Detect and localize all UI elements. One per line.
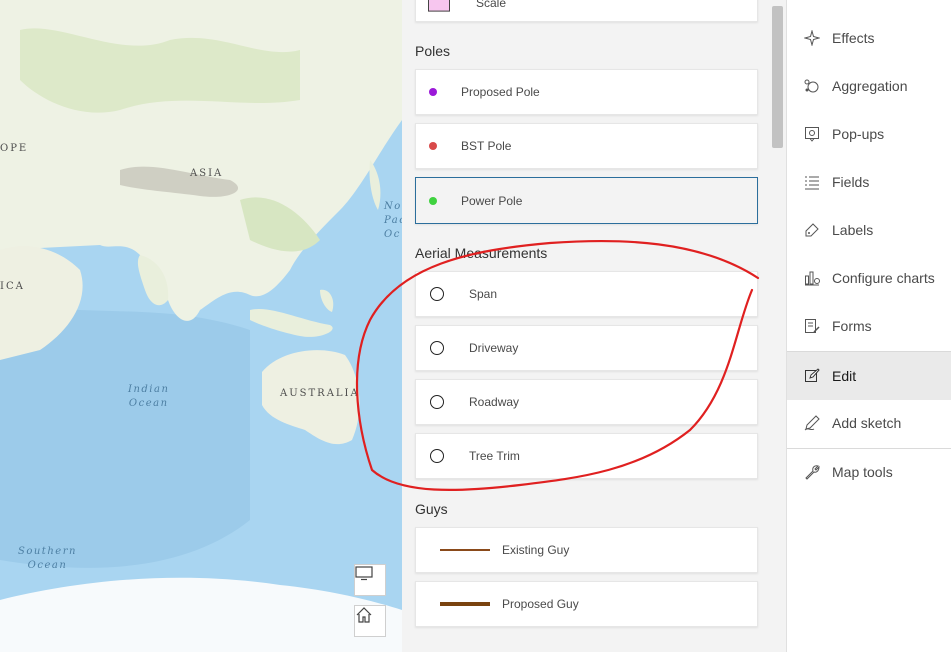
menu-item-effects[interactable]: Effects — [787, 14, 951, 62]
item-label: Power Pole — [461, 193, 523, 208]
section-title-aerial: Aerial Measurements — [415, 245, 548, 261]
scale-item[interactable]: Scale — [415, 0, 758, 22]
ocean-label-indian: Indian Ocean — [128, 384, 170, 409]
menu-item-configure-charts[interactable]: Configure charts — [787, 254, 951, 302]
home-icon — [356, 607, 372, 623]
legend-item-power-pole[interactable]: Power Pole — [415, 177, 758, 224]
legend-item-roadway[interactable]: Roadway — [415, 379, 758, 425]
line-symbol — [440, 549, 490, 551]
map-label-australia: AUSTRALIA — [280, 388, 360, 399]
fields-icon — [803, 173, 821, 191]
menu-label: Edit — [832, 368, 857, 384]
menu-label: Pop-ups — [832, 126, 885, 142]
ocean-label-southern: Southern Ocean — [18, 546, 77, 571]
map-view[interactable]: OPE ASIA ICA AUSTRALIA No Pac Oc Indian … — [0, 0, 402, 652]
menu-label: Aggregation — [832, 78, 908, 94]
menu-item-add-sketch[interactable]: Add sketch — [787, 399, 951, 447]
scrollbar-thumb[interactable] — [772, 6, 783, 148]
section-title-next — [415, 645, 445, 652]
point-symbol — [429, 142, 437, 150]
menu-item-edit[interactable]: Edit — [787, 352, 951, 400]
menu-item-fields[interactable]: Fields — [787, 158, 951, 206]
layer-settings-menu: Effects Aggregation Pop-ups Fields Label… — [786, 0, 951, 652]
menu-label: Map tools — [832, 464, 893, 480]
menu-item-labels[interactable]: Labels — [787, 206, 951, 254]
menu-item-popups[interactable]: Pop-ups — [787, 110, 951, 158]
item-label: Existing Guy — [502, 543, 570, 557]
item-label: Scale — [476, 0, 507, 11]
popup-icon — [803, 125, 821, 143]
item-label: Roadway — [469, 395, 520, 409]
item-label: Proposed Pole — [461, 85, 540, 99]
menu-item-aggregation[interactable]: Aggregation — [787, 62, 951, 110]
map-label-europe: OPE — [0, 143, 29, 154]
legend-item-proposed-guy[interactable]: Proposed Guy — [415, 581, 758, 627]
point-symbol — [429, 88, 437, 96]
legend-item-driveway[interactable]: Driveway — [415, 325, 758, 371]
line-symbol — [440, 602, 490, 606]
legend-item-tree-trim[interactable]: Tree Trim — [415, 433, 758, 479]
symbology-panel: Scale Poles Proposed Pole BST Pole Power… — [402, 0, 768, 652]
map-label-north-pacific: No Pac Oc — [384, 201, 402, 240]
chart-icon — [803, 269, 821, 287]
menu-label: Add sketch — [832, 415, 902, 431]
menu-label: Forms — [832, 318, 872, 334]
wrench-icon — [803, 463, 821, 481]
form-icon — [803, 317, 821, 335]
circle-symbol — [430, 449, 444, 463]
circle-symbol — [430, 395, 444, 409]
monitor-icon — [355, 566, 373, 581]
item-label: Tree Trim — [469, 449, 520, 463]
menu-label: Effects — [832, 30, 875, 46]
point-symbol — [429, 196, 437, 205]
item-label: Span — [469, 287, 498, 301]
legend-item-existing-guy[interactable]: Existing Guy — [415, 527, 758, 573]
sketch-icon — [803, 414, 821, 432]
circle-symbol — [430, 287, 444, 301]
tag-icon — [803, 221, 821, 239]
display-button[interactable] — [354, 564, 386, 596]
aggregation-icon — [803, 77, 821, 95]
edit-icon — [803, 367, 821, 385]
menu-label: Configure charts — [832, 270, 935, 286]
legend-item-proposed-pole[interactable]: Proposed Pole — [415, 69, 758, 115]
item-label: BST Pole — [461, 139, 512, 153]
menu-item-map-tools[interactable]: Map tools — [787, 448, 951, 496]
menu-item-forms[interactable]: Forms — [787, 302, 951, 350]
item-label: Driveway — [469, 341, 519, 355]
menu-label: Fields — [832, 174, 870, 190]
legend-item-bst-pole[interactable]: BST Pole — [415, 123, 758, 169]
home-button[interactable] — [354, 605, 386, 637]
map-label-asia: ASIA — [190, 168, 224, 179]
legend-item-span[interactable]: Span — [415, 271, 758, 317]
item-label: Proposed Guy — [502, 597, 579, 611]
map-label-africa: ICA — [0, 281, 25, 292]
menu-label: Labels — [832, 222, 874, 238]
section-title-poles: Poles — [415, 43, 451, 59]
polygon-symbol — [428, 0, 450, 12]
circle-symbol — [430, 341, 444, 355]
section-title-guys: Guys — [415, 501, 448, 517]
sparkle-icon — [803, 29, 821, 47]
